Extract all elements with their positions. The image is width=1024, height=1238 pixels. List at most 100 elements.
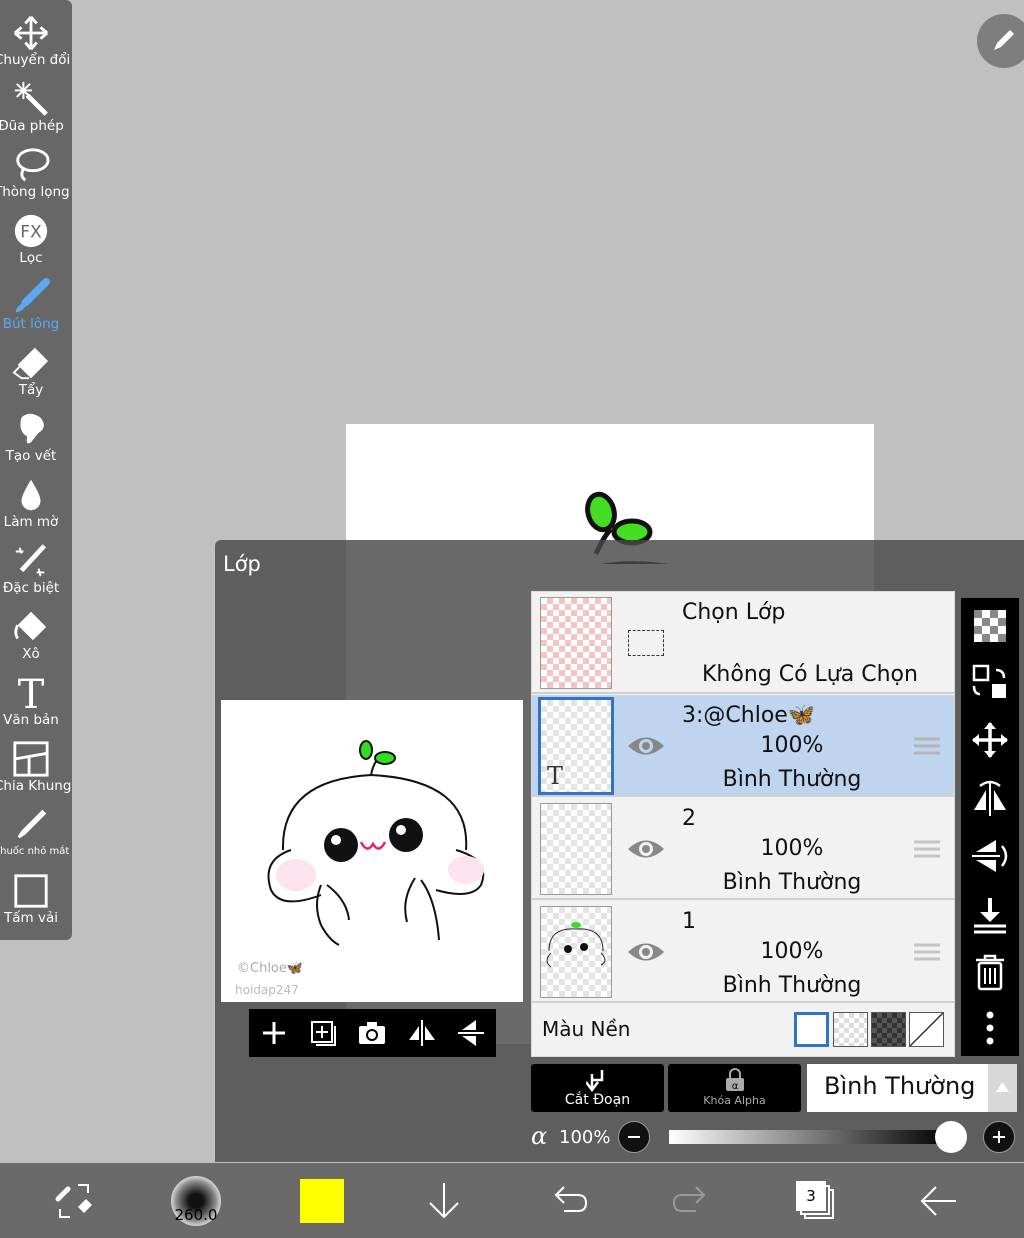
tool-eyedropper[interactable]: Thuốc nhỏ mắt — [0, 800, 69, 864]
tool-smudge[interactable]: Tạo vết — [0, 404, 62, 468]
tool-special[interactable]: Đặc biệt — [0, 536, 62, 600]
arrow-down-icon — [429, 1183, 459, 1219]
special-pen-icon — [15, 544, 47, 577]
brush-preview: 260.0 — [171, 1176, 221, 1226]
tool-blur[interactable]: Làm mờ — [0, 470, 62, 534]
alpha-lock-label: Khóa Alpha — [703, 1094, 766, 1107]
layer-blend-mode: Bình Thường — [722, 973, 862, 998]
selection-status: Không Có Lựa Chọn — [702, 662, 918, 687]
layer-thumbnail — [540, 803, 612, 895]
clipping-button[interactable]: Cắt Đoạn — [531, 1064, 664, 1112]
selection-layer-row[interactable]: Chọn Lớp Không Có Lựa Chọn — [532, 592, 954, 694]
tool-canvas[interactable]: Tấm vải — [0, 866, 62, 930]
opacity-slider[interactable] — [669, 1130, 949, 1144]
blend-mode-value: Bình Thường — [824, 1072, 976, 1100]
blend-mode-dropdown-button[interactable] — [988, 1064, 1017, 1112]
current-color-swatch — [300, 1179, 344, 1223]
trash-icon[interactable] — [970, 952, 1010, 992]
tool-filter[interactable]: FX Lọc — [0, 206, 62, 270]
more-options-icon[interactable] — [970, 1008, 1010, 1048]
tool-label: Làm mờ — [3, 514, 59, 530]
opacity-decrease-button[interactable] — [618, 1121, 650, 1153]
pencil-icon — [994, 30, 1014, 50]
blur-drop-icon — [21, 479, 41, 511]
layers-button[interactable]: 3 — [790, 1175, 842, 1227]
eye-icon[interactable] — [626, 731, 666, 761]
drag-handle-icon[interactable] — [914, 941, 940, 963]
drag-handle-icon[interactable] — [914, 735, 940, 757]
layer-thumbnail: T — [538, 697, 614, 795]
lasso-icon — [16, 148, 50, 182]
layer-preview: ©Chloe🦋 hoidap247 — [221, 700, 523, 1002]
color-button[interactable] — [296, 1175, 348, 1227]
eyedropper-icon — [17, 809, 47, 839]
move-icon[interactable] — [970, 720, 1010, 760]
eraser-icon — [12, 347, 49, 380]
tool-label: Xô — [22, 646, 40, 662]
tool-brush[interactable]: Bút lông — [0, 272, 62, 336]
tool-label: Tạo vết — [5, 448, 57, 464]
flip-vertical-icon — [458, 1020, 485, 1046]
flip-vertical-button[interactable] — [453, 1015, 489, 1051]
layer-name: 3:@Chloe🦋 — [682, 703, 816, 728]
pencil-button[interactable] — [977, 14, 1024, 68]
opacity-value: 100% — [559, 1127, 611, 1148]
tool-label: Văn bản — [3, 712, 59, 728]
flip-vertical-icon[interactable] — [970, 836, 1010, 876]
text-layer-icon: T — [547, 762, 564, 790]
tool-label: Thòng lọng — [0, 184, 70, 200]
tool-label: Chia Khung — [0, 778, 72, 794]
add-layer-copy-button[interactable] — [305, 1015, 341, 1051]
brush-size-button[interactable]: 260.0 — [170, 1175, 222, 1227]
bg-none-swatch[interactable] — [909, 1012, 944, 1047]
bg-transparent-swatch[interactable] — [833, 1012, 868, 1047]
layer-row[interactable]: T 3:@Chloe🦋 100% Bình Thường — [532, 695, 954, 797]
alpha-lock-button[interactable]: α Khóa Alpha — [668, 1064, 801, 1112]
checker-icon[interactable] — [970, 606, 1010, 646]
undo-button[interactable] — [542, 1175, 594, 1227]
selection-marquee-icon — [628, 630, 664, 656]
flip-horizontal-button[interactable] — [404, 1015, 440, 1051]
add-layer-button[interactable] — [256, 1015, 292, 1051]
drag-handle-icon[interactable] — [914, 838, 940, 860]
bottom-toolbar: 260.0 3 — [0, 1163, 1024, 1238]
layer-swap-icon[interactable] — [970, 662, 1010, 702]
selection-title: Chọn Lớp — [682, 600, 786, 625]
text-icon: T — [18, 674, 45, 712]
tool-bucket[interactable]: Xô — [0, 602, 62, 666]
undo-icon — [554, 1186, 588, 1212]
flip-horizontal-icon[interactable] — [970, 778, 1010, 818]
caret-up-icon — [996, 1082, 1009, 1092]
redo-icon — [672, 1186, 706, 1212]
tool-transform[interactable]: Chuyển đổi — [0, 8, 70, 72]
merge-down-icon[interactable] — [970, 894, 1010, 934]
bucket-icon — [14, 611, 47, 641]
tool-frame-divider[interactable]: Chia Khung — [0, 734, 71, 798]
opacity-increase-button[interactable] — [983, 1121, 1015, 1153]
back-button[interactable] — [912, 1175, 964, 1227]
tool-text[interactable]: T Văn bản — [0, 668, 62, 732]
bg-white-swatch[interactable] — [794, 1012, 829, 1047]
bg-dark-swatch[interactable] — [871, 1012, 906, 1047]
camera-button[interactable] — [354, 1015, 390, 1051]
opacity-slider-knob[interactable] — [935, 1121, 967, 1153]
download-button[interactable] — [418, 1175, 470, 1227]
alpha-symbol: α — [531, 1122, 548, 1150]
layer-opacity: 100% — [760, 836, 824, 861]
layer-row[interactable]: 2 100% Bình Thường — [532, 798, 954, 900]
tool-label: Đặc biệt — [2, 580, 60, 596]
canvas-icon — [14, 874, 48, 908]
eye-icon[interactable] — [626, 834, 666, 864]
layer-row[interactable]: 1 100% Bình Thường — [532, 901, 954, 1003]
tool-magic-wand[interactable]: Đũa phép — [0, 74, 64, 138]
layer-panel-title: Lớp — [223, 552, 261, 576]
tool-eraser[interactable]: Tẩy — [0, 338, 62, 402]
layer-thumbnail — [540, 906, 612, 998]
minus-icon — [628, 1136, 640, 1138]
redo-button[interactable] — [666, 1175, 718, 1227]
svg-text:α: α — [731, 1081, 738, 1092]
quick-switch-button[interactable] — [48, 1175, 100, 1227]
blend-mode-select[interactable]: Bình Thường — [807, 1064, 988, 1112]
eye-icon[interactable] — [626, 937, 666, 967]
tool-lasso[interactable]: Thòng lọng — [0, 140, 70, 204]
